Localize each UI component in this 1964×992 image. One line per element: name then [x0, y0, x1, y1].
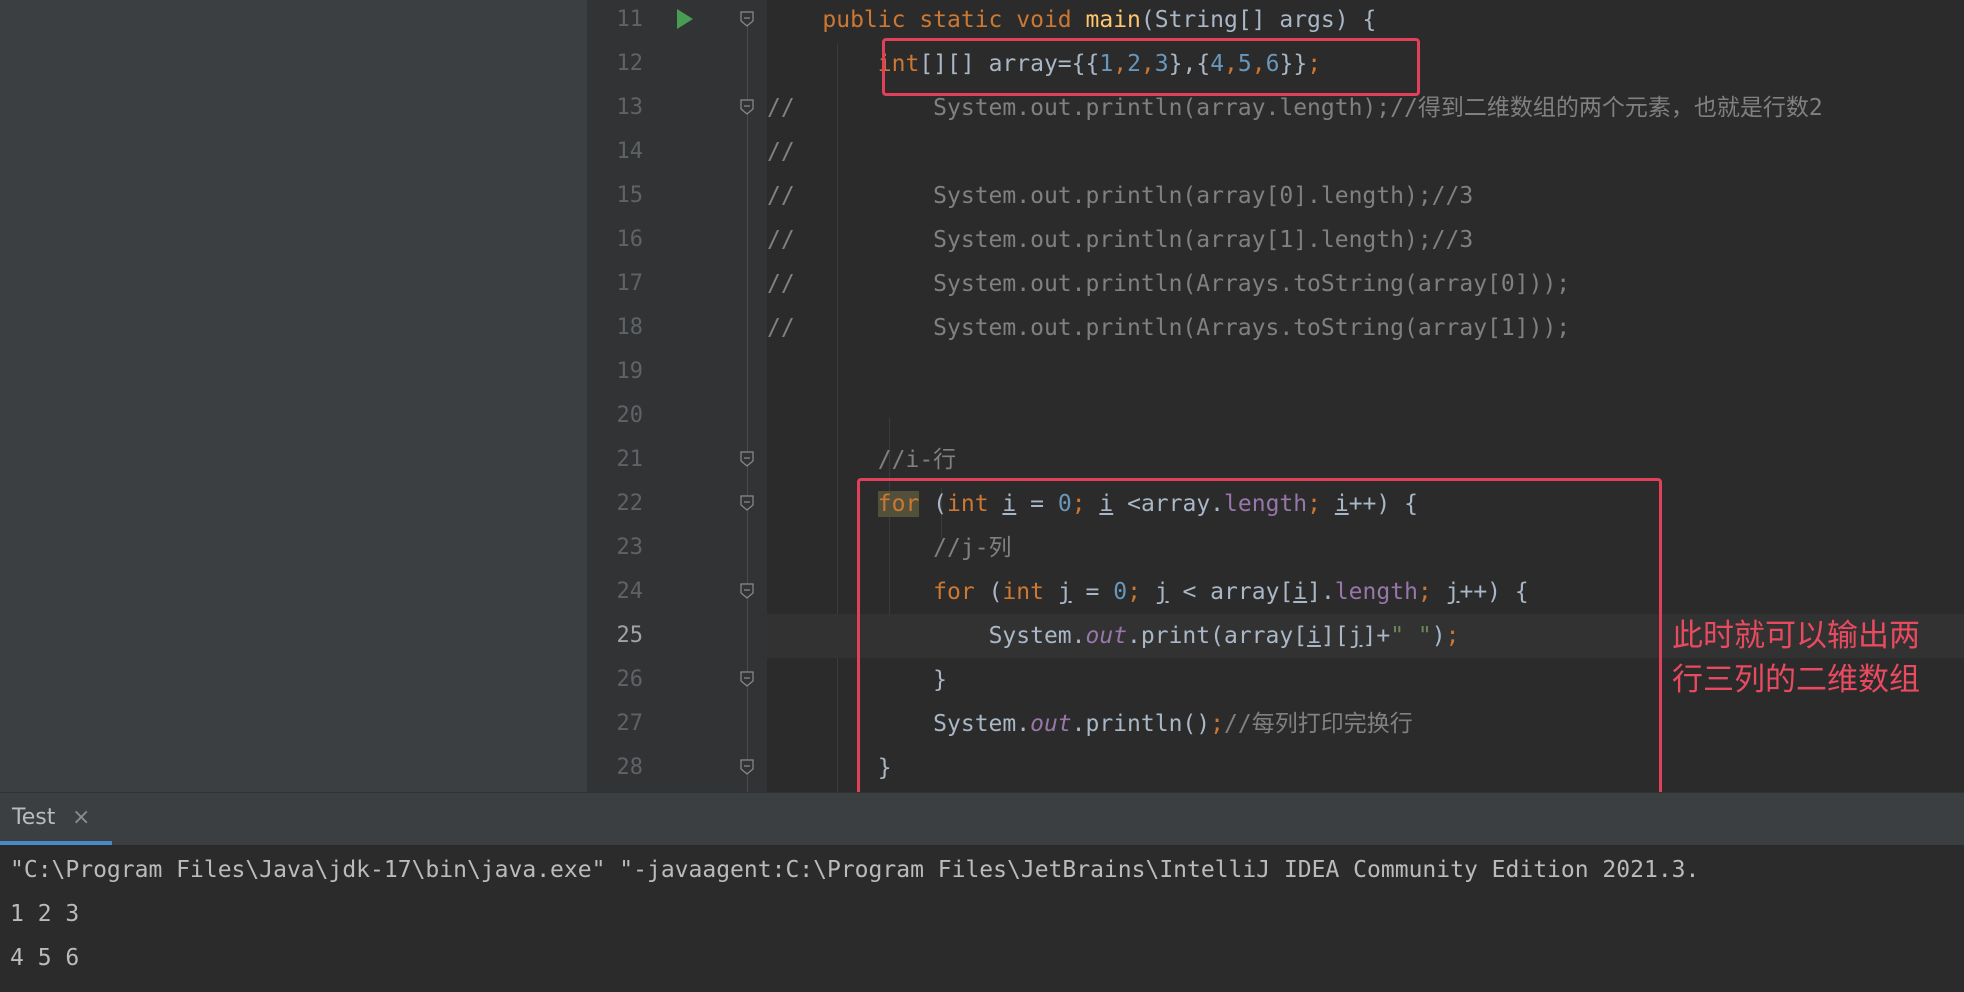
annotation-line-2: 行三列的二维数组	[1672, 662, 1920, 698]
fold-marker-icon[interactable]	[740, 583, 754, 599]
code-line[interactable]: // System.out.println(array[0].length);/…	[767, 174, 1964, 218]
gutter-row: 18	[587, 306, 767, 350]
project-pane	[0, 0, 587, 792]
annotation-line-1: 此时就可以输出两	[1672, 618, 1920, 654]
line-number[interactable]: 22	[587, 482, 644, 526]
gutter-row: 27	[587, 702, 767, 746]
code-comment: // System.out.println(Arrays.toString(ar…	[767, 315, 1571, 341]
fold-marker-icon[interactable]	[740, 99, 754, 115]
gutter-row: 17	[587, 262, 767, 306]
code-comment: // System.out.println(array[0].length);/…	[767, 183, 1474, 209]
code-comment: // System.out.println(Arrays.toString(ar…	[767, 271, 1571, 297]
code-line[interactable]: //	[767, 130, 1964, 174]
code-token: main	[1085, 7, 1141, 33]
gutter-row: 26	[587, 658, 767, 702]
code-token: public static void	[822, 7, 1086, 33]
line-number[interactable]: 16	[587, 218, 644, 262]
line-number[interactable]: 17	[587, 262, 644, 306]
code-line[interactable]: public static void main(String[] args) {	[767, 0, 1964, 42]
run-tab-label: Test	[12, 805, 56, 830]
run-panel: Test × "C:\Program Files\Java\jdk-17\bin…	[0, 792, 1964, 992]
gutter-row: 14	[587, 130, 767, 174]
code-line[interactable]	[767, 350, 1964, 394]
fold-marker-icon[interactable]	[740, 671, 754, 687]
line-number[interactable]: 18	[587, 306, 644, 350]
gutter-row: 12	[587, 42, 767, 86]
gutter-row: 24	[587, 570, 767, 614]
fold-marker-icon[interactable]	[740, 495, 754, 511]
line-number[interactable]: 26	[587, 658, 644, 702]
code-line[interactable]	[767, 394, 1964, 438]
code-comment: //i-行	[877, 447, 957, 473]
code-comment: //	[767, 139, 795, 165]
close-icon[interactable]: ×	[72, 805, 90, 830]
console-output-line: 1 2 3	[10, 901, 80, 927]
line-number[interactable]: 25	[587, 614, 644, 658]
gutter-row: 20	[587, 394, 767, 438]
line-number[interactable]: 27	[587, 702, 644, 746]
gutter-row: 19	[587, 350, 767, 394]
fold-marker-icon[interactable]	[740, 451, 754, 467]
active-tab-indicator	[0, 841, 112, 845]
line-number[interactable]: 11	[587, 0, 644, 42]
code-comment: // System.out.println(array[1].length);/…	[767, 227, 1474, 253]
fold-marker-icon[interactable]	[740, 759, 754, 775]
line-number[interactable]: 15	[587, 174, 644, 218]
line-number[interactable]: 12	[587, 42, 644, 86]
line-number[interactable]: 28	[587, 746, 644, 790]
gutter-row: 11	[587, 0, 767, 42]
ide-window: 11 12 13 14 15 16 17 18 19 20 21 22 23 24 25 26 27 28 pub…	[0, 0, 1964, 992]
line-number[interactable]: 14	[587, 130, 644, 174]
line-number[interactable]: 24	[587, 570, 644, 614]
run-tab-test[interactable]: Test ×	[0, 793, 112, 845]
code-line[interactable]: // System.out.println(Arrays.toString(ar…	[767, 306, 1964, 350]
gutter-row: 22	[587, 482, 767, 526]
line-number[interactable]: 13	[587, 86, 644, 130]
highlight-box-for-loop	[857, 478, 1662, 816]
run-tab-bar: Test ×	[0, 792, 1964, 845]
gutter-row: 23	[587, 526, 767, 570]
code-line[interactable]: // System.out.println(array[1].length);/…	[767, 218, 1964, 262]
highlight-box-array-declaration	[882, 38, 1420, 96]
annotation-text: 此时就可以输出两 行三列的二维数组	[1672, 614, 1962, 702]
gutter-row: 25	[587, 614, 798, 658]
code-token: (String[] args) {	[1140, 7, 1377, 33]
code-line[interactable]: // System.out.println(Arrays.toString(ar…	[767, 262, 1964, 306]
console-command-line: "C:\Program Files\Java\jdk-17\bin\java.e…	[10, 857, 1700, 883]
gutter-row: 13	[587, 86, 767, 130]
fold-marker-icon[interactable]	[740, 11, 754, 27]
console-output-line: 4 5 6	[10, 945, 80, 971]
code-comment: // System.out.println(array.length);//得到…	[767, 95, 1823, 121]
gutter-row: 28	[587, 746, 767, 790]
line-number[interactable]: 20	[587, 394, 644, 438]
gutter-row: 16	[587, 218, 767, 262]
run-icon[interactable]	[677, 9, 693, 29]
code-line[interactable]: //i-行	[767, 438, 1964, 482]
gutter-row: 15	[587, 174, 767, 218]
line-number[interactable]: 23	[587, 526, 644, 570]
editor-gutter: 11 12 13 14 15 16 17 18 19 20 21 22 23 24 25 26 27 28	[587, 0, 798, 792]
gutter-row: 21	[587, 438, 767, 482]
line-number[interactable]: 19	[587, 350, 644, 394]
line-number[interactable]: 21	[587, 438, 644, 482]
